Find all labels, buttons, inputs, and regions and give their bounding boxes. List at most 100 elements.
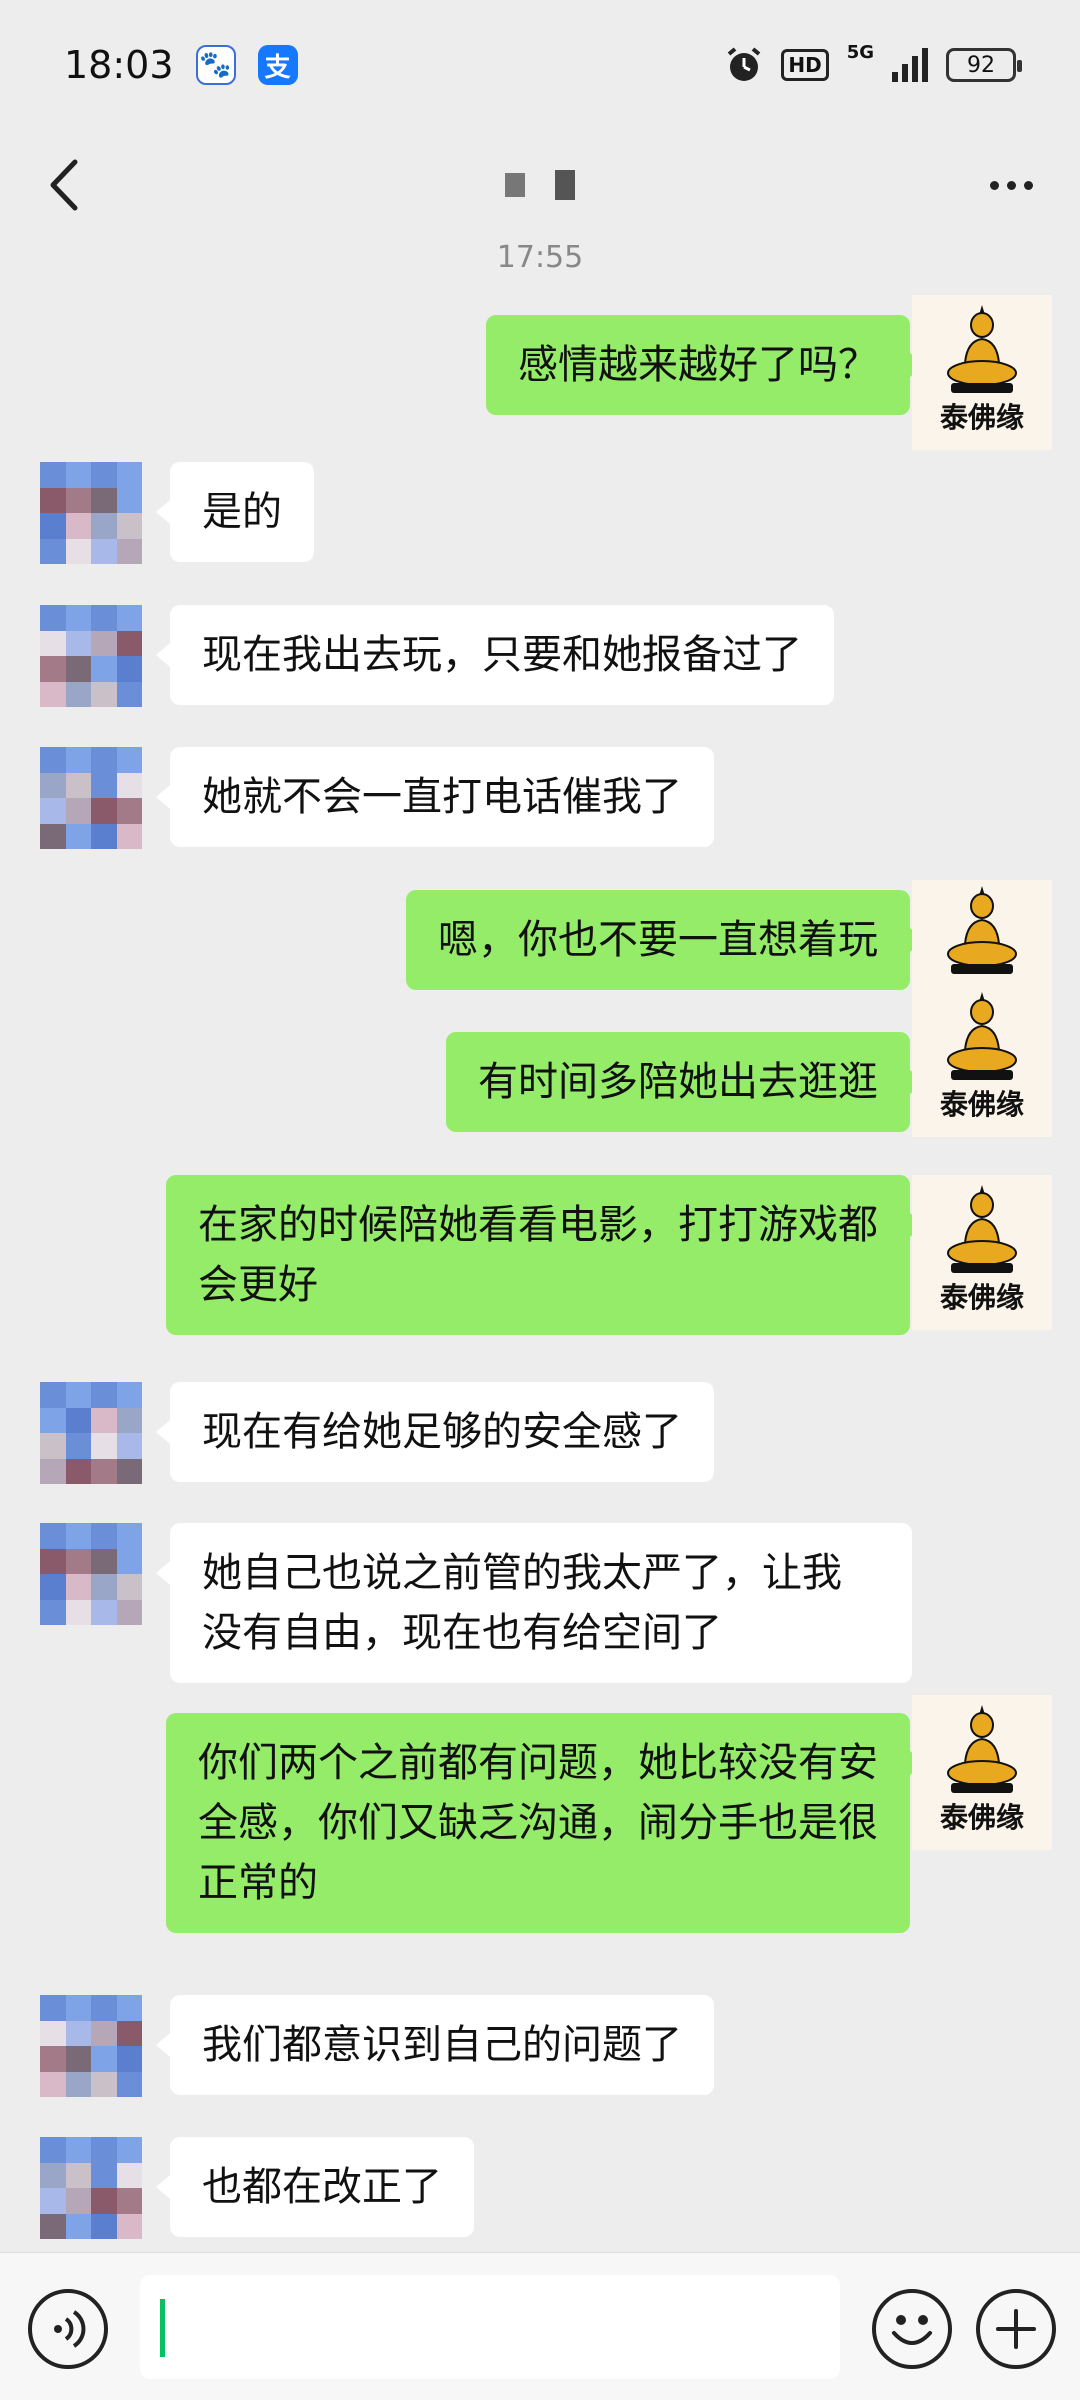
- contact-name-obscured: [505, 170, 575, 200]
- avatar-pixel: [40, 1523, 66, 1549]
- contact-avatar[interactable]: [40, 747, 142, 849]
- buddha-icon: [947, 992, 1017, 1080]
- outgoing-message[interactable]: 嗯，你也不要一直想着玩: [406, 890, 924, 990]
- avatar-pixel: [40, 513, 66, 539]
- avatar-pixel: [65, 2071, 91, 2097]
- avatar-pixel: [65, 630, 91, 656]
- avatar-pixel: [116, 487, 142, 513]
- more-button[interactable]: [976, 150, 1046, 220]
- message-input[interactable]: [140, 2275, 840, 2379]
- paw-app-icon: 🐾: [195, 45, 236, 85]
- avatar-pixel: [116, 823, 142, 849]
- alarm-icon: [728, 47, 761, 81]
- incoming-message[interactable]: 是的: [156, 462, 314, 562]
- avatar-pixel: [65, 747, 91, 773]
- avatar-pixel: [65, 2188, 91, 2214]
- plus-button[interactable]: [976, 2289, 1056, 2369]
- contact-avatar[interactable]: [40, 2137, 142, 2239]
- self-avatar[interactable]: 泰佛缘: [912, 1695, 1052, 1850]
- buddha-icon: [947, 1705, 1017, 1793]
- avatar-pixel: [116, 630, 142, 656]
- avatar-pixel: [116, 1995, 142, 2021]
- avatar-pixel: [40, 798, 66, 824]
- chat-header: [0, 130, 1080, 240]
- back-button[interactable]: [34, 150, 94, 220]
- outgoing-message[interactable]: 有时间多陪她出去逛逛: [446, 1032, 924, 1132]
- chat-area[interactable]: 17:55 感情越来越好了吗？ 泰佛缘 是的 现在我出去玩，只要和她报备过了 她…: [0, 240, 1080, 2252]
- avatar-pixel: [91, 1433, 117, 1459]
- battery-icon: 92: [946, 48, 1022, 82]
- avatar-pixel: [116, 656, 142, 682]
- avatar-pixel: [91, 630, 117, 656]
- avatar-pixel: [40, 747, 66, 773]
- avatar-pixel: [65, 1599, 91, 1625]
- avatar-pixel: [91, 1995, 117, 2021]
- avatar-pixel: [91, 2188, 117, 2214]
- avatar-pixel: [40, 2071, 66, 2097]
- incoming-message[interactable]: 她就不会一直打电话催我了: [156, 747, 714, 847]
- avatar-pixel: [116, 2020, 142, 2046]
- voice-icon: [54, 2310, 86, 2348]
- message-row: 嗯，你也不要一直想着玩 有时间多陪她出去逛逛 泰佛缘: [0, 880, 1080, 1180]
- avatar-pixel: [91, 772, 117, 798]
- avatar-pixel: [91, 2162, 117, 2188]
- signal-icon: [892, 48, 928, 82]
- avatar-pixel: [116, 1599, 142, 1625]
- incoming-message[interactable]: 也都在改正了: [156, 2137, 474, 2237]
- avatar-pixel: [40, 2162, 66, 2188]
- avatar-pixel: [116, 1407, 142, 1433]
- avatar-pixel: [65, 1548, 91, 1574]
- avatar-pixel: [116, 2071, 142, 2097]
- contact-avatar[interactable]: [40, 1382, 142, 1484]
- avatar-pixel: [65, 462, 91, 488]
- avatar-pixel: [65, 2162, 91, 2188]
- outgoing-message[interactable]: 感情越来越好了吗？: [486, 315, 924, 415]
- emoji-icon: [892, 2315, 932, 2345]
- self-avatar-partial[interactable]: [912, 880, 1052, 982]
- outgoing-message[interactable]: 你们两个之前都有问题，她比较没有安全感，你们又缺乏沟通，闹分手也是很正常的: [166, 1713, 924, 1933]
- avatar-pixel: [65, 772, 91, 798]
- avatar-pixel: [65, 2020, 91, 2046]
- status-bar: 18:03 🐾 支 HD 5G 92: [0, 0, 1080, 130]
- avatar-pixel: [65, 2046, 91, 2072]
- emoji-button[interactable]: [872, 2289, 952, 2369]
- avatar-pixel: [116, 1382, 142, 1408]
- self-avatar[interactable]: 泰佛缘: [912, 982, 1052, 1137]
- avatar-pixel: [65, 1382, 91, 1408]
- voice-button[interactable]: [28, 2289, 108, 2369]
- avatar-pixel: [65, 1995, 91, 2021]
- avatar-pixel: [40, 2137, 66, 2163]
- self-avatar-label: 泰佛缘: [939, 1801, 1024, 1834]
- incoming-message[interactable]: 现在我出去玩，只要和她报备过了: [156, 605, 834, 705]
- self-avatar[interactable]: 泰佛缘: [912, 295, 1052, 450]
- avatar-pixel: [40, 1382, 66, 1408]
- contact-avatar[interactable]: [40, 1995, 142, 2097]
- avatar-pixel: [65, 538, 91, 564]
- avatar-pixel: [116, 2137, 142, 2163]
- avatar-pixel: [65, 798, 91, 824]
- obscured-block: [505, 173, 525, 197]
- avatar-pixel: [116, 681, 142, 707]
- message-row: 现在我出去玩，只要和她报备过了: [0, 605, 1080, 725]
- incoming-message[interactable]: 她自己也说之前管的我太严了，让我没有自由，现在也有给空间了: [156, 1523, 912, 1683]
- avatar-pixel: [65, 656, 91, 682]
- outgoing-message[interactable]: 在家的时候陪她看看电影，打打游戏都会更好: [166, 1175, 924, 1335]
- contact-avatar[interactable]: [40, 1523, 142, 1625]
- back-arrow-icon: [50, 159, 78, 211]
- status-time: 18:03: [64, 43, 174, 87]
- avatar-pixel: [91, 1382, 117, 1408]
- incoming-message[interactable]: 我们都意识到自己的问题了: [156, 1995, 714, 2095]
- avatar-pixel: [65, 681, 91, 707]
- hd-badge: HD: [781, 49, 829, 81]
- contact-avatar[interactable]: [40, 605, 142, 707]
- message-row: 是的: [0, 462, 1080, 582]
- self-avatar[interactable]: 泰佛缘: [912, 1175, 1052, 1330]
- avatar-pixel: [40, 2046, 66, 2072]
- message-row: 感情越来越好了吗？ 泰佛缘: [0, 295, 1080, 465]
- input-bar: [0, 2252, 1080, 2400]
- avatar-pixel: [40, 1599, 66, 1625]
- contact-avatar[interactable]: [40, 462, 142, 564]
- avatar-pixel: [116, 2213, 142, 2239]
- incoming-message[interactable]: 现在有给她足够的安全感了: [156, 1382, 714, 1482]
- avatar-pixel: [40, 1995, 66, 2021]
